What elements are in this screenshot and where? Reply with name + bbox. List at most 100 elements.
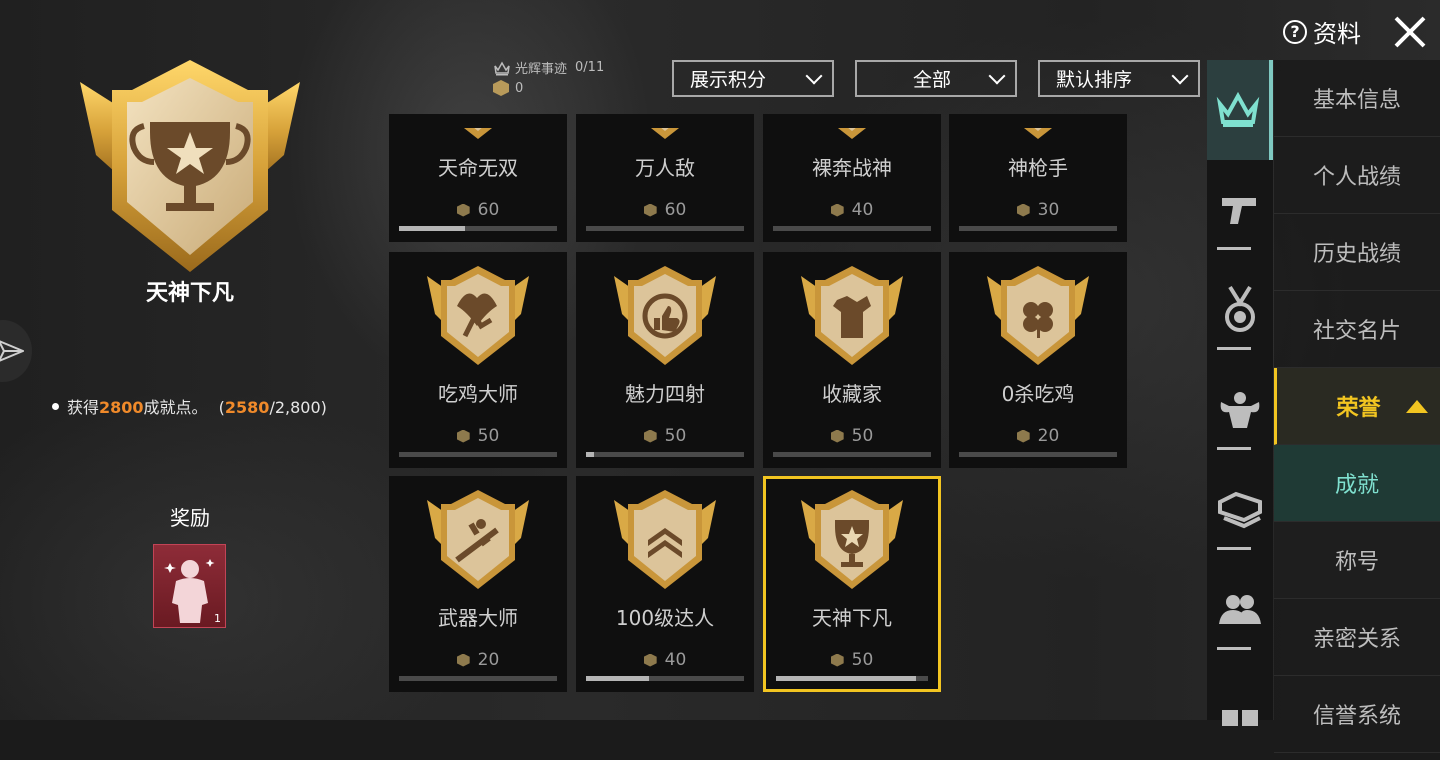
menu-achievements[interactable]: 成就 xyxy=(1274,445,1440,522)
progress-fill xyxy=(586,452,594,457)
collapse-triangle-icon xyxy=(1406,399,1428,413)
achievement-progress-bar xyxy=(959,452,1117,457)
achievement-point-icon xyxy=(830,429,844,443)
achievement-points: 30 xyxy=(949,200,1127,220)
divider xyxy=(1217,647,1251,650)
help-icon: ? xyxy=(1283,19,1307,44)
achievement-card[interactable]: 0杀吃鸡 20 xyxy=(949,252,1127,468)
menu-intimacy[interactable]: 亲密关系 xyxy=(1274,599,1440,676)
pistol-icon xyxy=(1222,198,1256,224)
achievement-progress-bar xyxy=(586,452,744,457)
divider xyxy=(1217,347,1251,350)
menu-social-card[interactable]: 社交名片 xyxy=(1274,291,1440,368)
achievement-points: 50 xyxy=(763,426,941,446)
category-icon-sidebar xyxy=(1207,60,1273,726)
achievement-point-icon xyxy=(493,80,509,96)
achievement-card[interactable]: 天命无双 60 xyxy=(389,114,567,242)
achievement-badge-icon xyxy=(614,490,716,590)
achievement-points: 40 xyxy=(576,650,754,670)
trophy-badge-icon xyxy=(80,60,300,272)
menu-reputation[interactable]: 信誉系统 xyxy=(1274,676,1440,753)
chevron-down-icon xyxy=(988,67,1006,84)
achievement-progress-bar xyxy=(773,452,931,457)
achievement-point-icon xyxy=(643,653,657,667)
sort-dropdown[interactable]: 默认排序 xyxy=(1038,60,1200,97)
display-points-dropdown[interactable]: 展示积分 xyxy=(672,60,834,97)
reward-count: 1 xyxy=(214,612,221,625)
achievement-card[interactable]: 裸奔战神 40 xyxy=(763,114,941,242)
achievement-name: 100级达人 xyxy=(615,606,715,630)
reward-item[interactable]: 1 xyxy=(153,544,226,628)
achievement-card[interactable]: 神枪手 30 xyxy=(949,114,1127,242)
close-icon[interactable] xyxy=(1392,14,1428,50)
tab-grid-icon[interactable] xyxy=(1207,660,1273,760)
achievement-title: 天神下凡 xyxy=(145,281,234,306)
achievement-point-icon xyxy=(456,429,470,443)
achievement-points: 40 xyxy=(763,200,941,220)
share-button[interactable] xyxy=(0,320,32,382)
achievement-point-icon xyxy=(1016,429,1030,443)
achievement-point-icon xyxy=(830,653,844,667)
achievement-name: 神枪手 xyxy=(1008,156,1068,180)
menu-basic-info[interactable]: 基本信息 xyxy=(1274,60,1440,137)
achievement-points: 50 xyxy=(389,426,567,446)
achievement-badge-icon xyxy=(801,490,903,590)
achievement-card[interactable]: 武器大师 20 xyxy=(389,476,567,692)
achievement-card[interactable]: 万人敌 60 xyxy=(576,114,754,242)
achievement-progress-bar xyxy=(399,452,557,457)
divider xyxy=(1217,247,1251,250)
achievement-name: 吃鸡大师 xyxy=(438,382,518,406)
achievement-points: 50 xyxy=(766,650,938,670)
achievement-points: 60 xyxy=(576,200,754,220)
divider xyxy=(1217,447,1251,450)
profile-menu: 基本信息 个人战绩 历史战绩 社交名片 荣誉 成就 称号 亲密关系 信誉系统 xyxy=(1274,60,1440,753)
menu-history-stats[interactable]: 历史战绩 xyxy=(1274,214,1440,291)
tab-honor-icon[interactable] xyxy=(1207,60,1273,160)
achievement-card[interactable]: 魅力四射 50 xyxy=(576,252,754,468)
tank-icon xyxy=(1218,491,1262,529)
achievement-grid[interactable]: 天命无双 60 万人敌 60 裸奔战神 40 神枪手 30 吃鸡大师 50 魅力四射 50 收藏家 50 0… xyxy=(389,114,1129,694)
tab-social-icon[interactable] xyxy=(1207,560,1273,660)
achievement-badge-icon xyxy=(427,266,529,366)
achievement-badge-icon xyxy=(614,128,716,140)
achievement-progress-bar xyxy=(773,226,931,231)
achievement-name: 收藏家 xyxy=(822,382,882,406)
muscle-icon xyxy=(1220,392,1260,428)
achievement-card[interactable]: 100级达人 40 xyxy=(576,476,754,692)
chevron-down-icon xyxy=(1171,67,1189,84)
achievement-points: 20 xyxy=(389,650,567,670)
achievement-badge-icon xyxy=(427,128,529,140)
menu-personal-stats[interactable]: 个人战绩 xyxy=(1274,137,1440,214)
achievement-name: 天命无双 xyxy=(438,156,518,180)
tab-vehicle-icon[interactable] xyxy=(1207,460,1273,560)
tab-fitness-icon[interactable] xyxy=(1207,360,1273,460)
menu-honor[interactable]: 荣誉 xyxy=(1274,368,1440,445)
grid-icon xyxy=(1222,710,1258,726)
tab-weapon-icon[interactable] xyxy=(1207,160,1273,260)
achievement-point-icon xyxy=(456,203,470,217)
glory-stat: 光辉事迹 0/11 xyxy=(493,58,604,77)
users-icon xyxy=(1219,595,1261,624)
achievement-points: 60 xyxy=(389,200,567,220)
achievement-progress-bar xyxy=(586,226,744,231)
achievement-point-icon xyxy=(456,653,470,667)
achievement-point-icon xyxy=(830,203,844,217)
achievement-card[interactable]: 天神下凡 50 xyxy=(763,476,941,692)
reward-label: 奖励 xyxy=(170,506,210,530)
achievement-badge-icon xyxy=(801,128,903,140)
info-button[interactable]: ? 资料 xyxy=(1283,14,1361,49)
achievement-card[interactable]: 收藏家 50 xyxy=(763,252,941,468)
achievement-name: 裸奔战神 xyxy=(812,156,892,180)
achievement-progress-bar xyxy=(399,676,557,681)
category-dropdown[interactable]: 全部 xyxy=(855,60,1017,97)
menu-titles[interactable]: 称号 xyxy=(1274,522,1440,599)
achievement-card[interactable]: 吃鸡大师 50 xyxy=(389,252,567,468)
achievement-badge-icon xyxy=(801,266,903,366)
achievement-progress-bar xyxy=(586,676,744,681)
divider xyxy=(1217,547,1251,550)
progress-fill xyxy=(586,676,650,681)
achievement-point-icon xyxy=(1016,203,1030,217)
achievement-points: 50 xyxy=(576,426,754,446)
tab-medal-icon[interactable] xyxy=(1207,260,1273,360)
bullet-icon xyxy=(52,403,59,410)
